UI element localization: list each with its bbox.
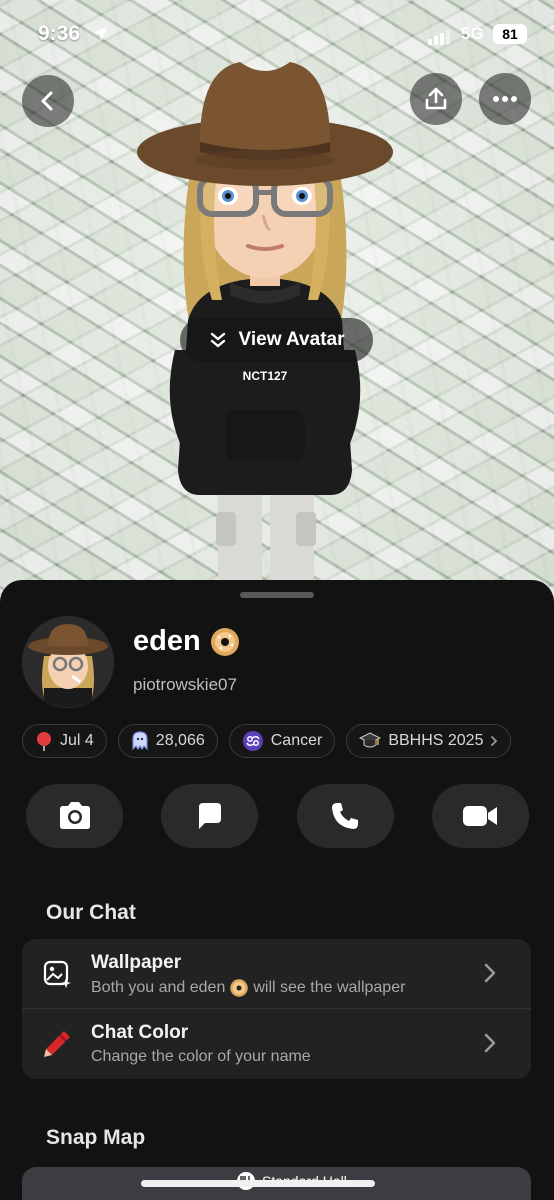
- cellular-signal-icon: [428, 30, 450, 45]
- action-buttons: [26, 784, 529, 848]
- more-options-button[interactable]: [479, 73, 531, 125]
- our-chat-card: Wallpaper Both you and eden will see the…: [22, 939, 531, 1079]
- phone-icon: [332, 803, 359, 829]
- wallpaper-subtitle-post: will see the wallpaper: [253, 979, 406, 996]
- status-time: 9:36: [38, 22, 81, 45]
- wallpaper-title: Wallpaper: [91, 952, 182, 973]
- wallpaper-row[interactable]: Wallpaper Both you and eden will see the…: [22, 939, 531, 1009]
- birthday-chip[interactable]: Jul 4: [22, 724, 107, 758]
- pin-icon: [37, 732, 51, 751]
- network-type: 5G: [461, 24, 484, 43]
- profile-chips: Jul 4 28,066 Cancer BBHHS 2025: [22, 724, 512, 758]
- username: piotrowskie07: [133, 675, 237, 694]
- camera-icon: [59, 802, 90, 829]
- chat-icon: [198, 803, 221, 829]
- view-avatar-label: View Avatar: [238, 329, 345, 350]
- call-button[interactable]: [296, 784, 394, 848]
- profile-avatar[interactable]: [22, 616, 114, 708]
- chat-color-subtitle: Change the color of your name: [91, 1048, 311, 1065]
- double-chevron-down-icon: [210, 332, 225, 348]
- chevron-right-icon: [484, 963, 496, 983]
- more-dots-icon: [493, 96, 517, 102]
- crayon-icon: [44, 1031, 70, 1057]
- display-name: eden: [133, 625, 201, 657]
- wallpaper-subtitle: Both you and eden will see the wallpaper: [91, 978, 405, 998]
- status-bar: 9:36 5G 81: [0, 0, 554, 70]
- avatar-hero-background: NCT127 View Avatar: [0, 0, 554, 610]
- home-indicator[interactable]: [141, 1180, 375, 1187]
- wallpaper-sparkle-icon: [43, 960, 71, 988]
- graduation-cap-icon: [359, 732, 382, 748]
- ghost-icon: [132, 731, 148, 751]
- location-arrow-icon: [93, 27, 107, 41]
- share-upload-icon: [425, 87, 447, 110]
- chevron-right-icon: [491, 736, 498, 746]
- bagel-emoji-icon: [230, 979, 249, 997]
- wallpaper-row-icon: [40, 957, 74, 991]
- hoodie-print: NCT127: [243, 369, 288, 383]
- school-chip[interactable]: BBHHS 2025: [346, 724, 512, 758]
- camera-button[interactable]: [26, 784, 123, 848]
- birthday-chip-label: Jul 4: [60, 732, 94, 749]
- bagel-emoji-icon: [210, 627, 239, 656]
- battery-indicator: 81: [493, 24, 527, 44]
- share-button[interactable]: [410, 73, 462, 125]
- snap-map-title: Snap Map: [46, 1126, 146, 1149]
- video-call-button[interactable]: [431, 784, 529, 848]
- zodiac-chip[interactable]: Cancer: [228, 724, 336, 758]
- chat-color-title: Chat Color: [91, 1022, 189, 1043]
- chat-color-row[interactable]: Chat Color Change the color of your name: [22, 1009, 531, 1079]
- chat-color-row-icon: [40, 1027, 74, 1061]
- profile-sheet: eden piotrowskie07 Jul 4 28,066 Cancer B…: [0, 580, 554, 1200]
- snapscore-chip-label: 28,066: [155, 732, 205, 749]
- chat-button[interactable]: [161, 784, 259, 848]
- wallpaper-subtitle-pre: Both you and eden: [91, 979, 226, 996]
- our-chat-title: Our Chat: [46, 901, 136, 924]
- chevron-left-icon: [41, 91, 53, 111]
- sheet-grabber[interactable]: [240, 592, 314, 598]
- school-chip-label: BBHHS 2025: [388, 732, 484, 749]
- zodiac-chip-label: Cancer: [270, 732, 323, 749]
- profile-name-row: eden: [133, 625, 241, 658]
- snapscore-chip[interactable]: 28,066: [117, 724, 218, 758]
- back-button[interactable]: [22, 75, 74, 127]
- chevron-right-icon: [484, 1033, 496, 1053]
- cancer-zodiac-icon: [242, 731, 263, 751]
- video-icon: [463, 806, 498, 826]
- view-avatar-button[interactable]: View Avatar: [180, 318, 373, 362]
